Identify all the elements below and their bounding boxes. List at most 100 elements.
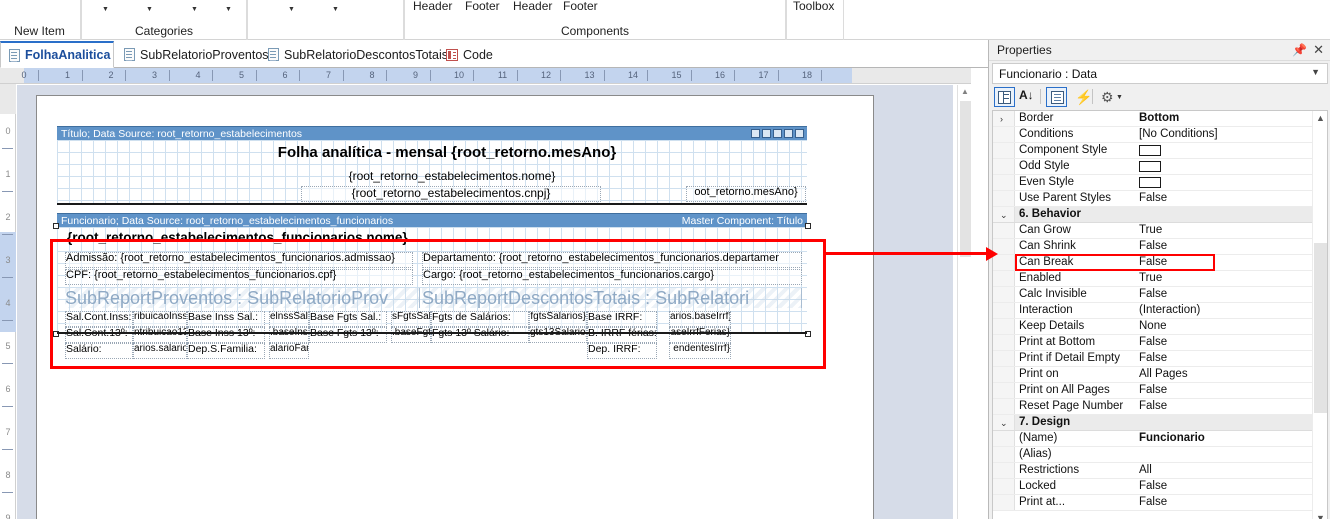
settings-button[interactable]: ⚙ ▼ [1098, 87, 1126, 107]
selection-handle[interactable] [805, 223, 811, 229]
band-body-funcionario[interactable]: {root_retorno_estabelecimentos_funcionar… [53, 223, 811, 359]
horizontal-ruler[interactable]: 0 1 2 3 4 5 6 7 8 9 10 11 12 13 14 15 16 17 18 [0, 68, 986, 84]
field-label-2-1[interactable]: Dep.S.Familia: [187, 343, 265, 359]
canvas-vertical-scrollbar[interactable]: ▲ [957, 85, 971, 519]
property-row[interactable]: Interaction (Interaction) [993, 303, 1327, 319]
property-row[interactable]: Can Grow True [993, 223, 1327, 239]
field-value-2-0[interactable]: arios.salario} [133, 343, 187, 359]
tab-code[interactable]: Code [438, 41, 504, 68]
text-funcionario-cpf[interactable]: CPF: {root_retorno_estabelecimentos_func… [65, 269, 413, 285]
scroll-down-arrow-icon[interactable]: ▼ [1313, 511, 1327, 519]
property-row[interactable]: Print at... False [993, 495, 1327, 511]
field-label-0-1[interactable]: Base Inss Sal.: [187, 311, 265, 327]
field-label-2-0[interactable]: Salário: [65, 343, 133, 359]
property-value[interactable]: [No Conditions] [1139, 128, 1218, 140]
text-estabelecimento-cnpj[interactable]: {root_retorno_estabelecimentos.cnpj} [301, 186, 601, 202]
band-button-icon[interactable] [751, 129, 760, 138]
band-body-titulo[interactable]: Folha analítica - mensal {root_retorno.m… [57, 140, 807, 204]
chevron-down-icon[interactable] [145, 5, 154, 12]
property-row[interactable]: (Alias) [993, 447, 1327, 463]
events-button[interactable]: ⚡ [1069, 87, 1092, 107]
property-row[interactable]: › Border Bottom [993, 111, 1327, 127]
text-funcionario-admissao[interactable]: Admissão: {root_retorno_estabelecimentos… [65, 252, 413, 268]
property-row[interactable]: Print on All Pages False [993, 383, 1327, 399]
property-row[interactable]: Even Style [993, 175, 1327, 191]
property-row[interactable]: Calc Invisible False [993, 287, 1327, 303]
property-pages-button[interactable] [1046, 87, 1067, 107]
property-row-highlighted[interactable]: Can Break False [993, 254, 1327, 271]
field-value-0-3[interactable]: fgtsSalarios} [529, 311, 587, 327]
field-label-0-2[interactable]: Base Fgts Sal.: [309, 311, 387, 327]
property-value[interactable]: False [1139, 384, 1167, 396]
property-value[interactable]: Funcionario [1139, 432, 1205, 444]
field-label-1-3[interactable]: Fgts 13º Salário: [431, 327, 529, 343]
band-button-icon[interactable] [784, 129, 793, 138]
chevron-down-icon[interactable]: ▼ [1116, 94, 1123, 101]
property-value[interactable]: All [1139, 464, 1152, 476]
field-value-0-4[interactable]: arios.baseIrrf} [669, 311, 731, 327]
field-value-0-2[interactable]: sFgtsSalario} [391, 311, 431, 327]
property-value[interactable]: False [1139, 240, 1167, 252]
property-value[interactable]: False [1139, 480, 1167, 492]
tab-subrelatorio-proventos[interactable]: SubRelatorioProventos [116, 41, 269, 68]
tab-subrelatorio-descontos-totais[interactable]: SubRelatorioDescontosTotais [260, 41, 448, 68]
ribbon-item-toolbox[interactable]: Toolbox [793, 0, 834, 13]
band-button-icon[interactable] [773, 129, 782, 138]
chevron-down-icon[interactable] [224, 5, 233, 12]
ribbon-item-header-2[interactable]: Header [513, 0, 552, 13]
chevron-down-icon[interactable] [331, 5, 340, 12]
property-value[interactable]: All Pages [1139, 368, 1188, 380]
object-selector-combobox[interactable]: Funcionario : Data ▼ [992, 63, 1328, 84]
property-row[interactable]: Print at Bottom False [993, 335, 1327, 351]
report-page[interactable]: Título; Data Source: root_retorno_estabe… [36, 95, 874, 519]
property-value[interactable]: False [1139, 192, 1167, 204]
property-row[interactable]: Conditions [No Conditions] [993, 127, 1327, 143]
field-value-0-0[interactable]: ribuicaoInss} [133, 311, 187, 327]
property-value[interactable]: True [1139, 272, 1162, 284]
property-value[interactable]: False [1139, 288, 1167, 300]
field-label-1-1[interactable]: Base Inss 13º: [187, 327, 265, 343]
pin-icon[interactable]: 📌 [1292, 44, 1307, 56]
text-estabelecimento-nome[interactable]: {root_retorno_estabelecimentos.nome} [312, 170, 592, 183]
property-value[interactable]: (Interaction) [1139, 304, 1200, 316]
tab-folha-analitica[interactable]: FolhaAnalitica [0, 41, 114, 68]
field-value-1-1[interactable]: .baseInss13} [269, 327, 309, 343]
text-mes-ano[interactable]: oot_retorno.mesAno} [686, 186, 806, 202]
property-row[interactable]: Keep Details None [993, 319, 1327, 335]
field-value-2-4[interactable]: endentesIrrf} [669, 343, 731, 359]
band-button-icon[interactable] [762, 129, 771, 138]
property-value[interactable]: True [1139, 224, 1162, 236]
property-row[interactable]: Print if Detail Empty False [993, 351, 1327, 367]
property-row[interactable]: Reset Page Number False [993, 399, 1327, 415]
field-label-0-4[interactable]: Base IRRF: [587, 311, 657, 327]
style-color-swatch[interactable] [1139, 177, 1161, 188]
property-row[interactable]: Component Style [993, 143, 1327, 159]
chevron-down-icon[interactable]: ⌄ [1000, 208, 1008, 222]
band-header-funcionario[interactable]: Funcionario; Data Source: root_retorno_e… [57, 213, 807, 227]
property-value[interactable]: Bottom [1139, 112, 1179, 124]
scroll-up-arrow-icon[interactable]: ▲ [958, 85, 972, 99]
property-value[interactable]: None [1139, 320, 1167, 332]
property-row[interactable]: ⌄ 6. Behavior [993, 207, 1327, 223]
property-value[interactable]: False [1139, 336, 1167, 348]
field-value-1-2[interactable]: .baseFgts13} [391, 327, 431, 343]
categorized-view-button[interactable] [994, 87, 1015, 107]
property-value[interactable]: False [1139, 400, 1167, 412]
subreport-descontos-totais[interactable]: SubReportDescontosTotais : SubRelatori [422, 288, 802, 308]
properties-grid-scrollbar[interactable]: ▲ ▼ [1312, 111, 1327, 519]
close-icon[interactable]: ✕ [1313, 43, 1324, 56]
style-color-swatch[interactable] [1139, 145, 1161, 156]
design-canvas[interactable]: Título; Data Source: root_retorno_estabe… [17, 85, 953, 519]
property-row[interactable]: Can Shrink False [993, 239, 1327, 255]
field-label-2-4[interactable]: Dep. IRRF: [587, 343, 657, 359]
chevron-down-icon[interactable] [190, 5, 199, 12]
chevron-down-icon[interactable]: ⌄ [1000, 416, 1008, 430]
chevron-down-icon[interactable] [287, 5, 296, 12]
ribbon-item-footer-1[interactable]: Footer [465, 0, 500, 13]
field-label-0-0[interactable]: Sal.Cont.Inss: [65, 311, 133, 327]
property-row[interactable]: ⌄ 7. Design [993, 415, 1327, 431]
property-row[interactable]: Locked False [993, 479, 1327, 495]
field-value-2-1[interactable]: alarioFamilia} [269, 343, 309, 359]
chevron-down-icon[interactable]: ▼ [1311, 67, 1320, 77]
field-value-1-0[interactable]: ntribuicao13} [133, 327, 187, 343]
